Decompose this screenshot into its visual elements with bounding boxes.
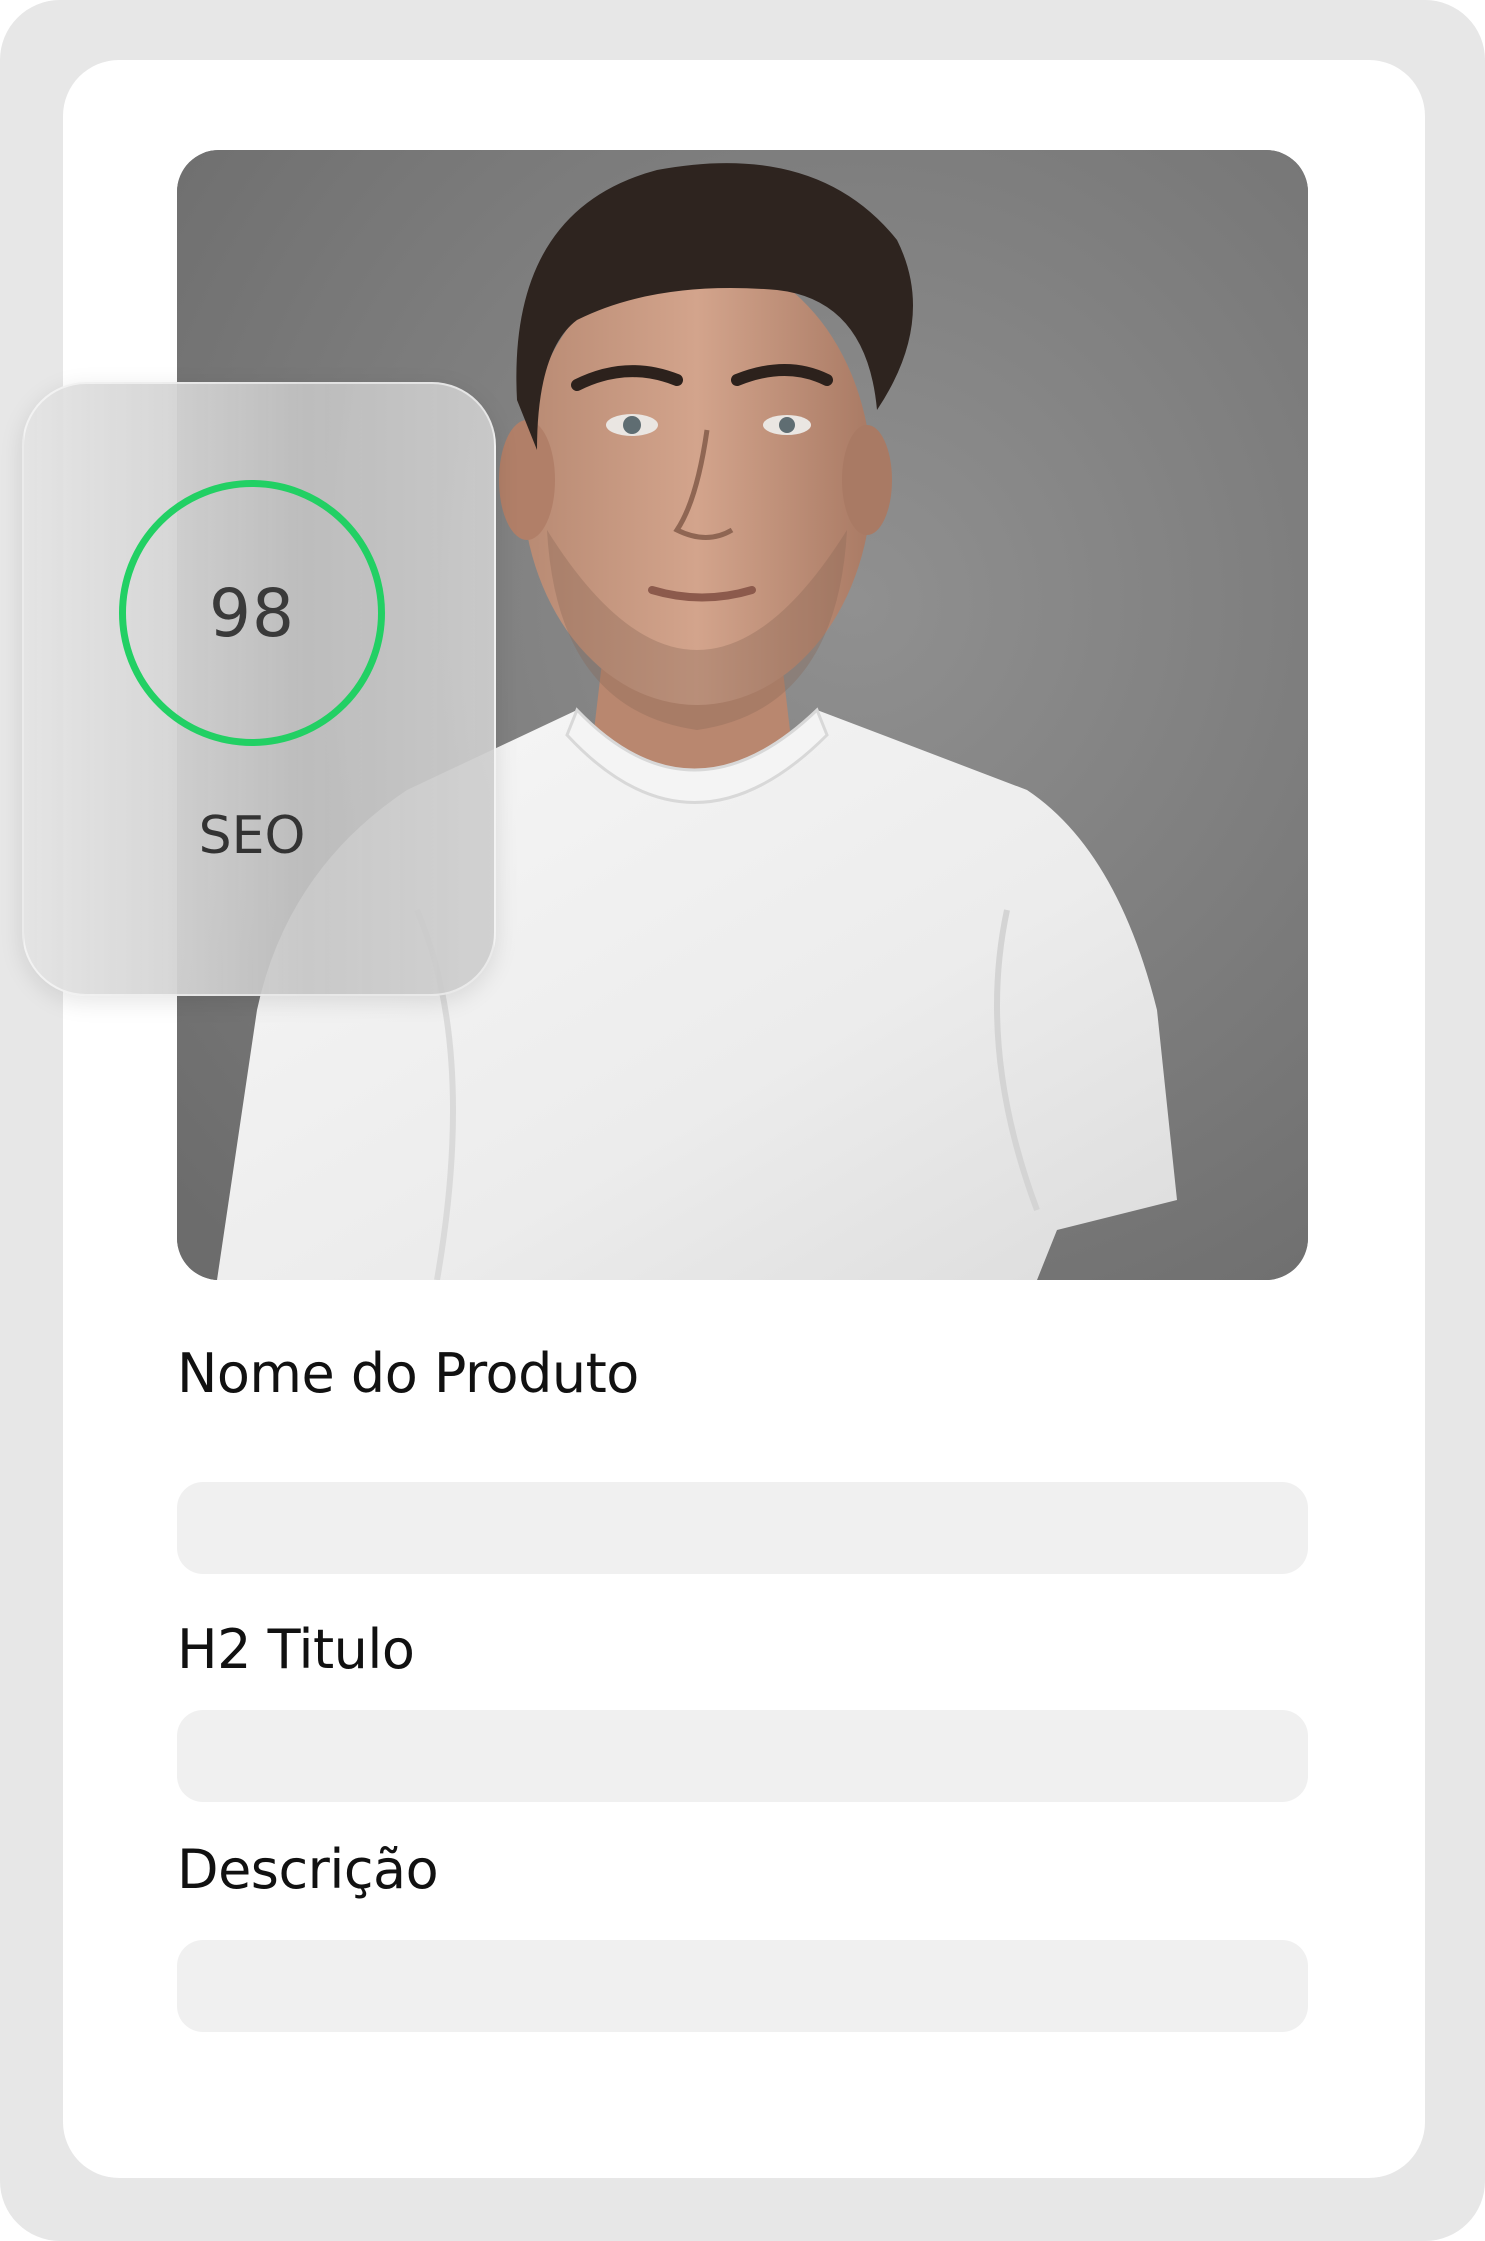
product-name-label: Nome do Produto (177, 1342, 639, 1405)
description-label: Descrição (177, 1838, 439, 1901)
seo-score-value: 98 (209, 574, 295, 652)
seo-score-ring: 98 (119, 480, 385, 746)
h2-title-label: H2 Titulo (177, 1618, 415, 1681)
seo-label: SEO (198, 806, 306, 866)
description-input[interactable] (177, 1940, 1308, 2032)
product-name-input[interactable] (177, 1482, 1308, 1574)
seo-score-panel: 98 SEO (22, 382, 496, 996)
h2-title-input[interactable] (177, 1710, 1308, 1802)
